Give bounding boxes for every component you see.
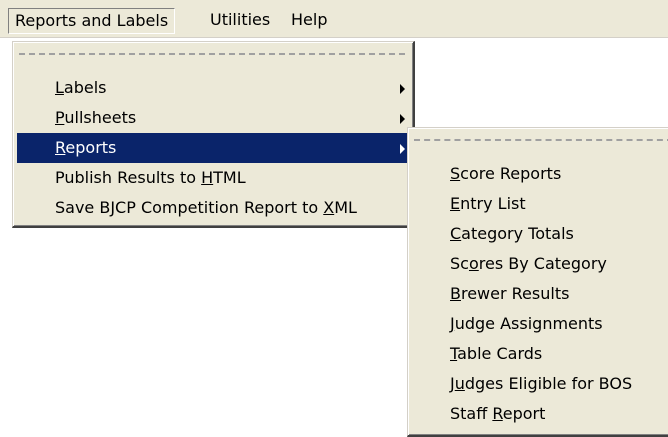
menu-utilities[interactable]: Utilities [204,8,276,34]
menu-item-labels[interactable]: Labels [17,73,410,103]
menu-reports-and-labels-label: Reports and Labels [15,11,169,30]
menu-item-publish-html-label: Publish Results to HTML [55,168,246,187]
menu-item-save-bjcp-xml-label: Save BJCP Competition Report to XML [55,198,357,217]
submenu-arrow-icon [400,84,405,94]
submenu-item-staff-report[interactable]: Staff Report [412,399,668,429]
menu-item-save-bjcp-xml[interactable]: Save BJCP Competition Report to XML [17,193,410,223]
submenu-item-label: Table Cards [450,344,543,363]
tear-off-line[interactable] [414,139,668,141]
submenu-item-judges-eligible-bos[interactable]: Judges Eligible for BOS [412,369,668,399]
submenu-item-label: Judges Eligible for BOS [450,374,633,393]
submenu-item-label: Score Reports [450,164,562,183]
menu-help-label: Help [291,10,328,29]
menu-item-pullsheets[interactable]: Pullsheets [17,103,410,133]
submenu-item-label: Entry List [450,194,526,213]
menu-help[interactable]: Help [285,8,333,34]
reports-and-labels-dropdown: Labels Pullsheets Reports Publish Result… [12,41,415,228]
menu-item-publish-html[interactable]: Publish Results to HTML [17,163,410,193]
submenu-item-score-reports[interactable]: Score Reports [412,159,668,189]
menu-bar: Reports and Labels Utilities Help [0,0,668,38]
menu-utilities-label: Utilities [210,10,271,29]
submenu-item-label: Judge Assignments [450,314,603,333]
menu-item-reports-label: Reports [55,138,117,157]
submenu-item-label: Staff Report [450,404,546,423]
submenu-arrow-icon [400,114,405,124]
menu-item-pullsheets-label: Pullsheets [55,108,137,127]
submenu-item-label: Category Totals [450,224,574,243]
menu-reports-and-labels[interactable]: Reports and Labels [8,8,176,34]
submenu-arrow-icon [400,144,405,154]
menu-item-labels-label: Labels [55,78,107,97]
submenu-item-category-totals[interactable]: Category Totals [412,219,668,249]
submenu-item-table-cards[interactable]: Table Cards [412,339,668,369]
submenu-item-label: Scores By Category [450,254,607,273]
submenu-item-brewer-results[interactable]: Brewer Results [412,279,668,309]
reports-submenu: Score Reports Entry List Category Totals… [407,127,668,437]
tear-off-line[interactable] [19,53,405,55]
submenu-item-label: Brewer Results [450,284,570,303]
menu-item-reports[interactable]: Reports [17,133,410,163]
submenu-item-scores-by-category[interactable]: Scores By Category [412,249,668,279]
submenu-item-judge-assignments[interactable]: Judge Assignments [412,309,668,339]
submenu-item-entry-list[interactable]: Entry List [412,189,668,219]
